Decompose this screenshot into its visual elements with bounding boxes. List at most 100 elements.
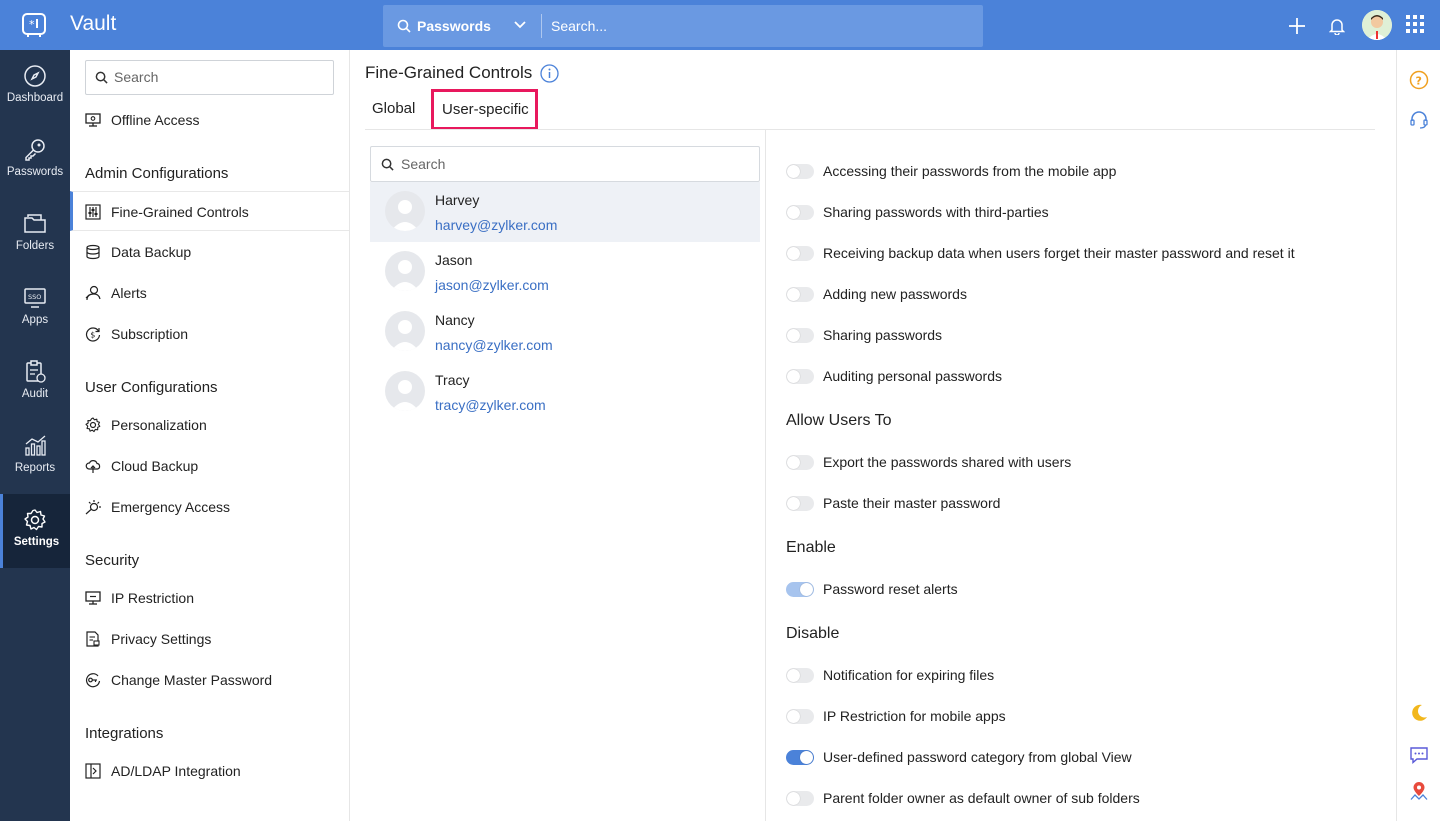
bell-icon[interactable]: [1329, 17, 1345, 35]
app-title: Vault: [70, 12, 117, 35]
sidebar-item-label: Offline Access: [111, 112, 200, 128]
user-alert-icon: [85, 285, 101, 301]
key-icon: [25, 139, 45, 161]
toggle-switch[interactable]: [786, 246, 814, 261]
nav-label: Reports: [14, 462, 56, 474]
integrations-heading: Integrations: [85, 725, 164, 742]
sidebar-item-label: Emergency Access: [111, 499, 231, 515]
user-email: tracy@zylker.com: [435, 397, 546, 413]
disable-heading: Disable: [786, 625, 840, 642]
global-search-bar[interactable]: Passwords: [383, 5, 983, 47]
headset-icon[interactable]: [1409, 110, 1429, 130]
sidebar-search[interactable]: [85, 60, 334, 95]
nav-label: Dashboard: [6, 92, 64, 104]
sidebar-item-ip-restriction[interactable]: IP Restriction: [70, 578, 349, 618]
user-list-item[interactable]: Jason jason@zylker.com: [370, 242, 760, 302]
emergency-icon: [85, 500, 101, 515]
avatar: [385, 311, 425, 351]
apps-grid-icon[interactable]: [1406, 15, 1424, 33]
user-avatar[interactable]: [1362, 10, 1392, 40]
search-icon: [381, 158, 394, 171]
settings-sidebar: Offline Access Admin Configurations Fine…: [70, 50, 350, 821]
sidebar-item-subscription[interactable]: $ Subscription: [70, 314, 349, 354]
toggle-switch[interactable]: [786, 328, 814, 343]
option-label: Adding new passwords: [823, 286, 967, 302]
nav-settings[interactable]: Settings: [0, 494, 70, 568]
sidebar-item-alerts[interactable]: Alerts: [70, 273, 349, 313]
user-email: nancy@zylker.com: [435, 337, 553, 353]
toggle-switch[interactable]: [786, 709, 814, 724]
info-icon[interactable]: [540, 64, 559, 83]
nav-dashboard[interactable]: Dashboard: [0, 50, 70, 124]
folder-icon: [24, 214, 46, 233]
user-list-item[interactable]: Harvey harvey@zylker.com: [370, 182, 760, 242]
toggle-switch[interactable]: [786, 750, 814, 765]
enable-heading: Enable: [786, 539, 836, 556]
sidebar-item-fine-grained-controls[interactable]: Fine-Grained Controls: [70, 191, 349, 231]
help-icon[interactable]: ?: [1409, 70, 1429, 90]
sidebar-item-cloud-backup[interactable]: Cloud Backup: [70, 446, 349, 486]
sidebar-item-ad-ldap-integration[interactable]: AD/LDAP Integration: [70, 751, 349, 791]
toggle-switch[interactable]: [786, 668, 814, 683]
toggle-switch[interactable]: [786, 369, 814, 384]
chevron-down-icon[interactable]: [514, 21, 526, 29]
compass-icon: [24, 65, 46, 87]
toggle-switch[interactable]: [786, 164, 814, 179]
sidebar-item-label: Fine-Grained Controls: [111, 204, 249, 220]
option-label: Export the passwords shared with users: [823, 454, 1072, 470]
plus-icon[interactable]: [1288, 17, 1306, 35]
svg-text:*: *: [29, 18, 35, 31]
user-name: Harvey: [435, 192, 480, 208]
sidebar-item-data-backup[interactable]: Data Backup: [70, 232, 349, 272]
dollar-refresh-icon: $: [85, 327, 101, 342]
option-label: Accessing their passwords from the mobil…: [823, 163, 1117, 179]
chat-icon[interactable]: [1409, 745, 1429, 765]
right-rail: ?: [1396, 50, 1440, 821]
user-list-item[interactable]: Nancy nancy@zylker.com: [370, 302, 760, 362]
sidebar-item-emergency-access[interactable]: Emergency Access: [70, 487, 349, 527]
avatar: [385, 371, 425, 411]
sidebar-item-personalization[interactable]: Personalization: [70, 405, 349, 445]
global-search-input[interactable]: [551, 16, 971, 36]
tab-user-specific[interactable]: User-specific: [431, 89, 538, 130]
integration-icon: [85, 763, 101, 779]
tab-label: User-specific: [442, 101, 529, 118]
sidebar-item-offline-access[interactable]: Offline Access: [70, 100, 349, 140]
nav-passwords[interactable]: Passwords: [0, 124, 70, 198]
search-divider: [541, 14, 542, 38]
option-label: Notification for expiring files: [823, 667, 995, 683]
toggle-switch[interactable]: [786, 496, 814, 511]
sidebar-item-label: Data Backup: [111, 244, 192, 260]
toggle-switch[interactable]: [786, 205, 814, 220]
user-list-item[interactable]: Tracy tracy@zylker.com: [370, 362, 760, 422]
location-pin-icon[interactable]: [1409, 781, 1429, 801]
toggle-switch[interactable]: [786, 791, 814, 806]
toggle-switch[interactable]: [786, 287, 814, 302]
vault-logo-icon[interactable]: *: [20, 11, 48, 39]
sidebar-item-change-master-password[interactable]: Change Master Password: [70, 660, 349, 700]
nav-label: Folders: [15, 240, 55, 252]
tab-global[interactable]: Global: [372, 100, 415, 117]
search-scope-dropdown[interactable]: Passwords: [417, 18, 491, 34]
user-name: Nancy: [435, 312, 475, 328]
nav-apps[interactable]: SSO Apps: [0, 272, 70, 346]
toggle-switch[interactable]: [786, 455, 814, 470]
sidebar-search-input[interactable]: [114, 69, 324, 85]
monitor-icon: [85, 591, 101, 605]
toggle-switch[interactable]: [786, 582, 814, 597]
nav-label: Audit: [21, 388, 49, 400]
sidebar-item-privacy-settings[interactable]: Privacy Settings: [70, 619, 349, 659]
user-search-input[interactable]: [401, 156, 741, 172]
nav-audit[interactable]: Audit: [0, 346, 70, 420]
security-heading: Security: [85, 552, 140, 569]
moon-icon[interactable]: [1409, 703, 1429, 723]
top-bar: * Vault Passwords: [0, 0, 1440, 50]
sidebar-item-label: IP Restriction: [111, 590, 194, 606]
sidebar-item-label: Alerts: [111, 285, 147, 301]
option-label: Auditing personal passwords: [823, 368, 1002, 384]
nav-reports[interactable]: Reports: [0, 420, 70, 494]
clipboard-icon: [26, 360, 46, 383]
user-search[interactable]: [370, 146, 760, 182]
nav-folders[interactable]: Folders: [0, 198, 70, 272]
svg-text:$: $: [90, 331, 95, 340]
